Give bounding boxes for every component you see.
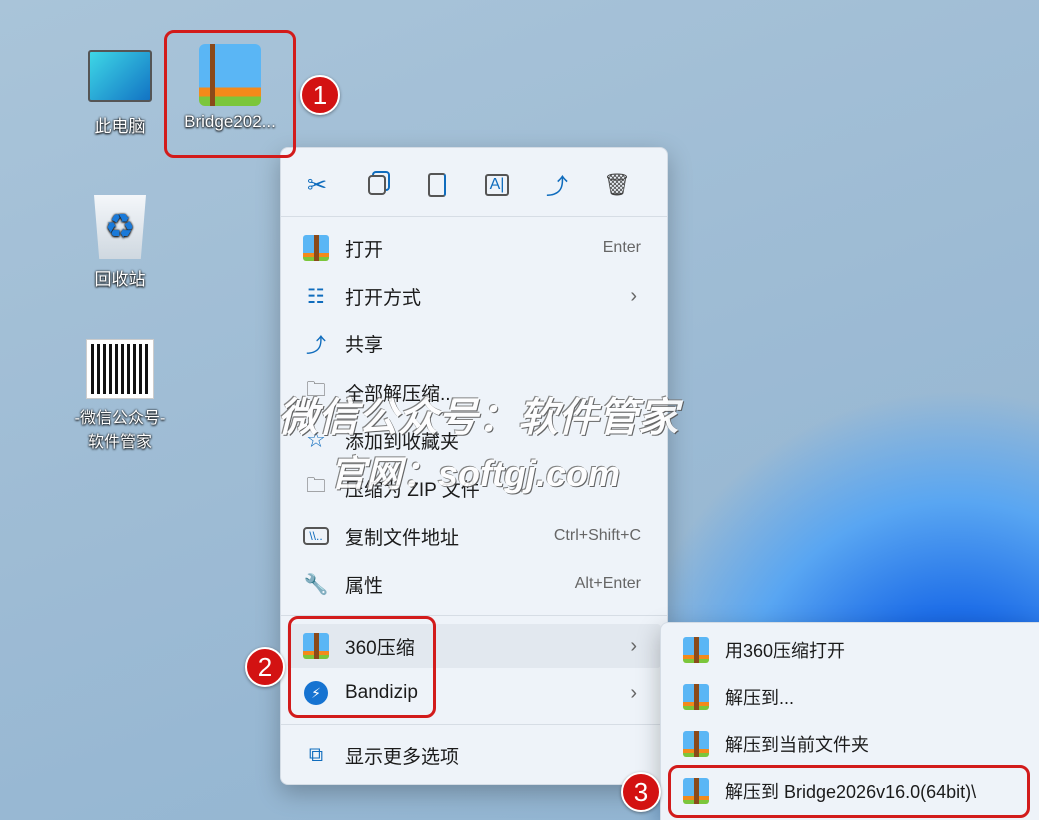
rename-icon: A| bbox=[484, 174, 510, 196]
delete-button[interactable]: 🗑 bbox=[602, 170, 632, 200]
zip-folder-icon: 🗀 bbox=[306, 475, 326, 497]
monitor-icon bbox=[88, 50, 152, 102]
item-label: 解压到当前文件夹 bbox=[725, 735, 869, 755]
desktop-icon-this-pc[interactable]: 此电脑 bbox=[65, 50, 175, 137]
menu-item-add-favorites[interactable]: ☆ 添加到收藏夹 bbox=[287, 418, 661, 462]
item-label: 共享 bbox=[345, 334, 384, 356]
chevron-right-icon: › bbox=[630, 634, 637, 657]
recycle-bin-icon: ♻ bbox=[94, 195, 146, 259]
highlight-box-3 bbox=[668, 765, 1030, 818]
item-label: 压缩为 ZIP 文件 bbox=[345, 479, 480, 501]
menu-item-compress-zip[interactable]: 🗀 压缩为 ZIP 文件 bbox=[287, 466, 661, 510]
step-badge-2: 2 bbox=[245, 647, 285, 687]
item-label: 解压到... bbox=[725, 688, 795, 708]
360zip-icon bbox=[683, 684, 709, 710]
item-label: 复制文件地址 bbox=[345, 527, 460, 549]
share-icon: ⤴ bbox=[306, 334, 326, 357]
item-label: 打开 bbox=[345, 239, 384, 261]
menu-item-open[interactable]: 打开 Enter bbox=[287, 226, 661, 270]
chevron-right-icon: › bbox=[630, 284, 637, 307]
qr-code-icon bbox=[86, 339, 154, 399]
share-button[interactable]: ⤴ bbox=[542, 170, 572, 200]
submenu-item-open-360[interactable]: 用360压缩打开 bbox=[667, 628, 1033, 672]
divider bbox=[281, 216, 667, 217]
scissors-icon: ✂ bbox=[306, 171, 328, 199]
submenu-item-extract-here[interactable]: 解压到当前文件夹 bbox=[667, 722, 1033, 766]
icon-label: -微信公众号- bbox=[74, 410, 166, 427]
360zip-icon bbox=[303, 235, 329, 261]
item-label: 添加到收藏夹 bbox=[345, 431, 460, 453]
highlight-box-2 bbox=[288, 616, 436, 718]
highlight-box-1 bbox=[164, 30, 296, 158]
menu-item-extract-all[interactable]: 🗀 全部解压缩... bbox=[287, 370, 661, 414]
desktop-icon-qr[interactable]: -微信公众号- 软件管家 bbox=[65, 339, 175, 452]
trash-icon: 🗑 bbox=[603, 172, 631, 197]
path-icon: \\.. bbox=[303, 527, 329, 545]
paste-button[interactable] bbox=[422, 170, 452, 200]
show-more-icon: ⧉ bbox=[308, 743, 324, 766]
share-icon: ⤴ bbox=[545, 174, 568, 199]
item-label: 显示更多选项 bbox=[345, 746, 460, 768]
desktop-icon-recycle-bin[interactable]: ♻ 回收站 bbox=[65, 195, 175, 290]
item-label: 全部解压缩... bbox=[345, 383, 456, 405]
divider bbox=[281, 724, 667, 725]
icon-label: 回收站 bbox=[94, 270, 146, 289]
clipboard-icon bbox=[428, 173, 446, 197]
menu-item-share[interactable]: ⤴ 共享 bbox=[287, 321, 661, 365]
menu-item-open-with[interactable]: ☷ 打开方式 › bbox=[287, 274, 661, 318]
360zip-icon bbox=[683, 731, 709, 757]
chevron-right-icon: › bbox=[630, 681, 637, 704]
item-shortcut: Alt+Enter bbox=[574, 575, 641, 592]
copy-button[interactable] bbox=[362, 170, 392, 200]
step-badge-3: 3 bbox=[621, 772, 661, 812]
menu-item-show-more[interactable]: ⧉ 显示更多选项 bbox=[287, 733, 661, 777]
item-shortcut: Enter bbox=[602, 239, 641, 256]
item-label: 用360压缩打开 bbox=[725, 641, 846, 661]
360zip-icon bbox=[683, 637, 709, 663]
rename-button[interactable]: A| bbox=[482, 170, 512, 200]
wrench-icon: 🔧 bbox=[303, 573, 329, 596]
cut-button[interactable]: ✂ bbox=[302, 170, 332, 200]
item-label: 属性 bbox=[345, 575, 384, 597]
menu-item-properties[interactable]: 🔧 属性 Alt+Enter bbox=[287, 562, 661, 606]
item-label: 打开方式 bbox=[345, 287, 422, 309]
icon-label: 软件管家 bbox=[87, 434, 152, 451]
icon-label: 此电脑 bbox=[94, 117, 146, 136]
item-shortcut: Ctrl+Shift+C bbox=[553, 527, 641, 544]
star-icon: ☆ bbox=[306, 427, 326, 452]
menu-item-copy-path[interactable]: \\.. 复制文件地址 Ctrl+Shift+C bbox=[287, 514, 661, 558]
folder-extract-icon: 🗀 bbox=[306, 379, 326, 401]
copy-icon bbox=[368, 175, 386, 195]
step-badge-1: 1 bbox=[300, 75, 340, 115]
open-with-icon: ☷ bbox=[307, 285, 325, 308]
submenu-item-extract-to[interactable]: 解压到... bbox=[667, 675, 1033, 719]
